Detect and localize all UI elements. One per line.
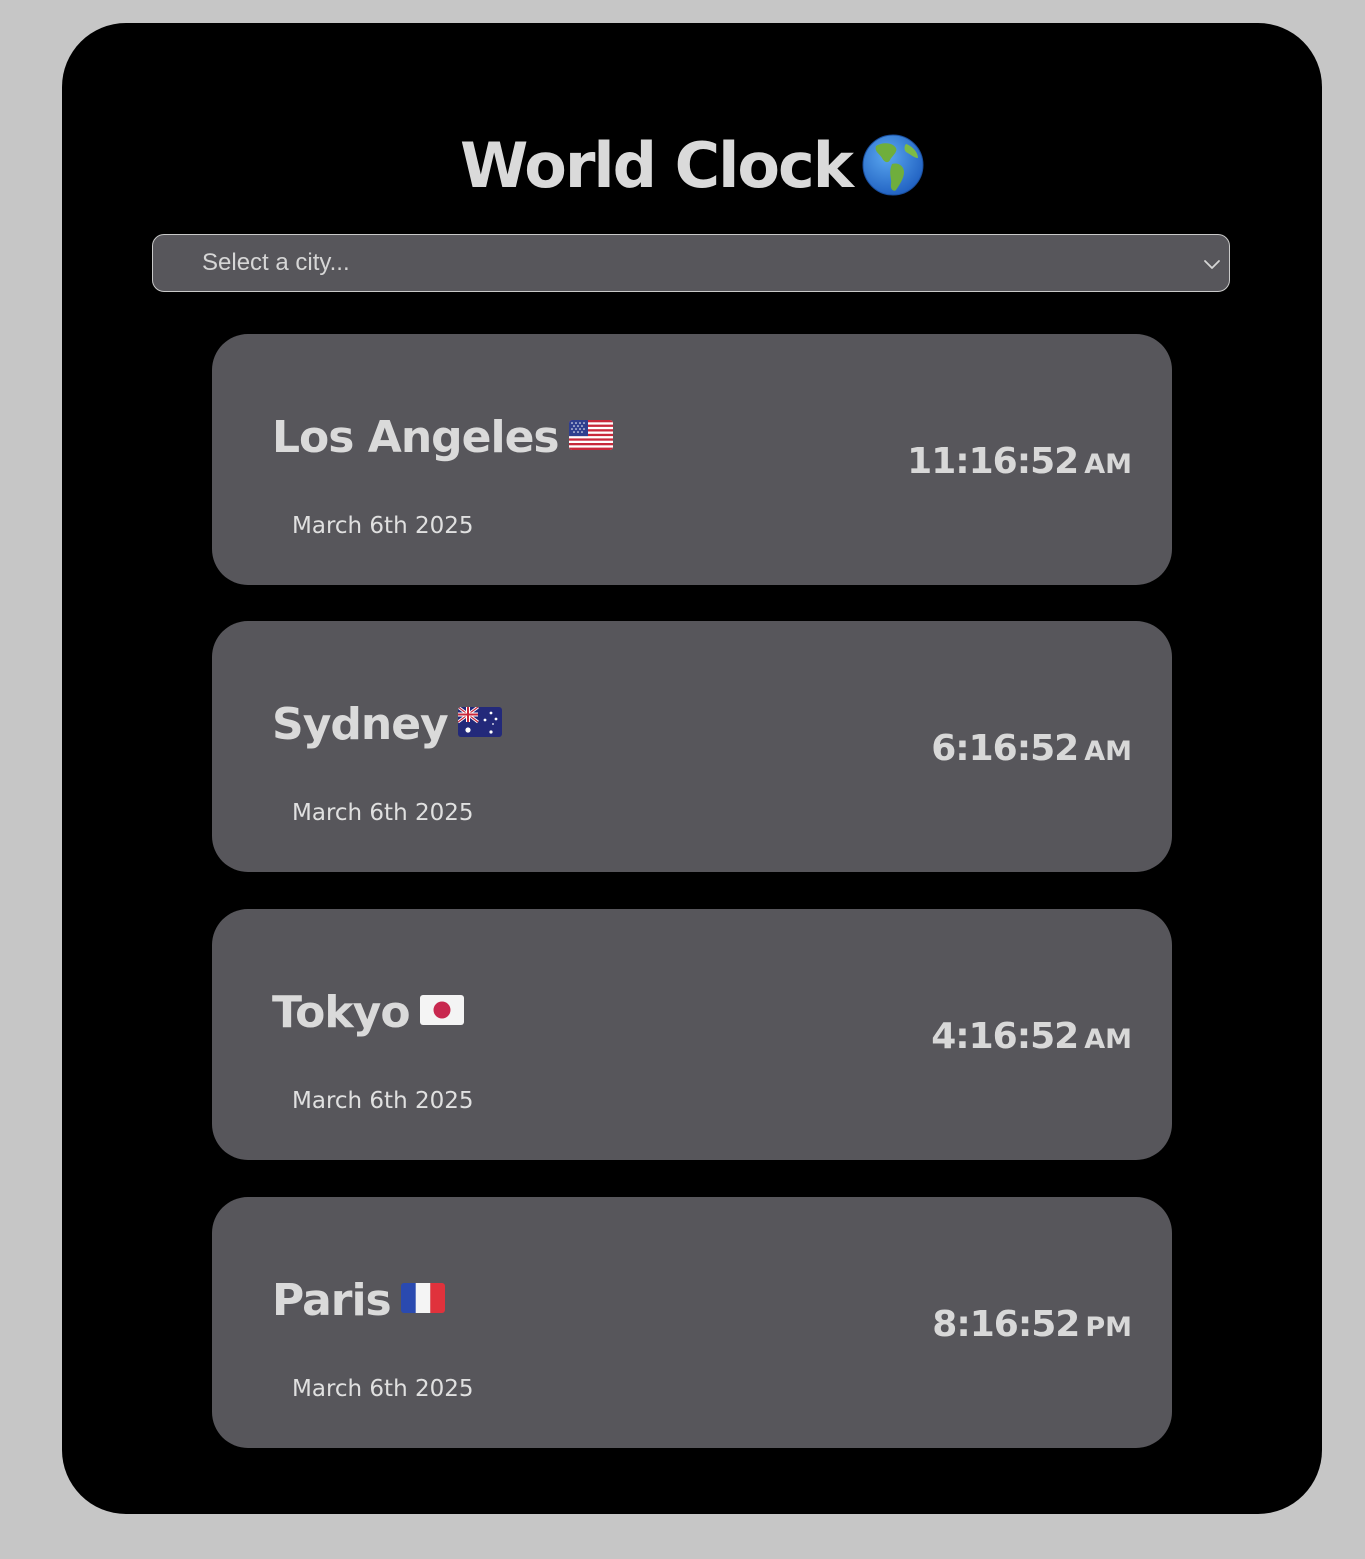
chevron-down-icon	[1203, 256, 1221, 269]
city-date: March 6th 2025	[292, 800, 474, 826]
city-name: Tokyo	[272, 983, 464, 1043]
time-value: 6:16:52	[931, 728, 1079, 769]
us-flag-icon	[568, 420, 613, 450]
city-name: Los Angeles	[272, 408, 613, 468]
city-select-placeholder: Select a city...	[202, 249, 350, 276]
time-ampm: AM	[1084, 1024, 1132, 1055]
city-date: March 6th 2025	[292, 1088, 474, 1114]
city-name-text: Tokyo	[272, 987, 411, 1038]
city-card-los-angeles: Los Angeles 11:16:52 AM March 6th 2025	[212, 334, 1172, 585]
city-time: 8:16:52 PM	[932, 1301, 1132, 1352]
time-ampm: AM	[1084, 736, 1132, 767]
city-name: Paris	[272, 1271, 445, 1331]
city-date: March 6th 2025	[292, 513, 474, 539]
city-name-text: Sydney	[272, 699, 449, 750]
australia-flag-icon	[457, 707, 502, 737]
france-flag-icon	[400, 1283, 445, 1313]
city-time: 11:16:52 AM	[907, 438, 1132, 489]
city-time: 4:16:52 AM	[931, 1013, 1132, 1064]
page-title: World Clock	[62, 126, 1322, 206]
globe-americas-icon	[862, 134, 924, 196]
city-card-tokyo: Tokyo 4:16:52 AM March 6th 2025	[212, 909, 1172, 1160]
time-value: 11:16:52	[907, 441, 1079, 482]
city-card-paris: Paris 8:16:52 PM March 6th 2025	[212, 1197, 1172, 1448]
time-ampm: AM	[1084, 449, 1132, 480]
time-value: 4:16:52	[931, 1016, 1079, 1057]
city-name-text: Paris	[272, 1275, 392, 1326]
time-ampm: PM	[1085, 1312, 1132, 1343]
city-date: March 6th 2025	[292, 1376, 474, 1402]
japan-flag-icon	[419, 995, 464, 1025]
city-name-text: Los Angeles	[272, 412, 560, 463]
city-card-sydney: Sydney 6:16:52 AM March 6th 2025	[212, 621, 1172, 872]
city-name: Sydney	[272, 695, 502, 755]
page-title-text: World Clock	[460, 129, 854, 202]
time-value: 8:16:52	[932, 1304, 1080, 1345]
world-clock-app: World Clock Select a city... Los Angeles…	[62, 23, 1322, 1514]
city-time: 6:16:52 AM	[931, 725, 1132, 776]
city-select[interactable]: Select a city...	[152, 234, 1230, 292]
